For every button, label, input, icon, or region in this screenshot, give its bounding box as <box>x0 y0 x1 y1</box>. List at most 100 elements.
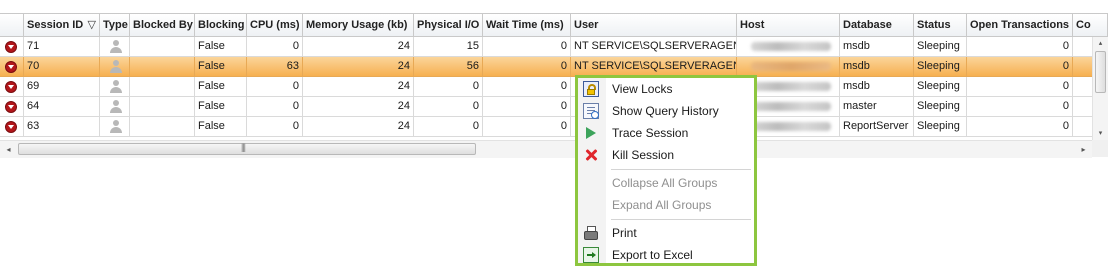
header-more-column[interactable]: Co <box>1073 14 1108 37</box>
horizontal-scroll-thumb[interactable]: ||| <box>18 142 476 155</box>
header-icon-column[interactable] <box>0 14 24 37</box>
header-blocked-by[interactable]: Blocked By <box>130 14 195 37</box>
table-row[interactable]: 64 False 0 24 0 0 master Sleeping 0 <box>0 97 1108 117</box>
cell-status[interactable]: Sleeping <box>914 37 967 57</box>
cell-wait-time[interactable]: 0 <box>483 77 571 97</box>
cell-status[interactable]: Sleeping <box>914 77 967 97</box>
cell-user[interactable]: NT SERVICE\SQLSERVERAGENT <box>571 57 737 77</box>
header-type[interactable]: Type <box>100 14 130 37</box>
cell-session-id[interactable]: 69 <box>24 77 100 97</box>
cell-wait-time[interactable]: 0 <box>483 97 571 117</box>
header-memory-usage[interactable]: Memory Usage (kb) <box>303 14 414 37</box>
table-row[interactable]: 70 False 63 24 56 0 NT SERVICE\SQLSERVERAGENT m… <box>0 57 1108 77</box>
cell-open-transactions[interactable]: 0 <box>967 57 1073 77</box>
cell-database[interactable]: msdb <box>840 57 914 77</box>
header-cpu[interactable]: CPU (ms) <box>247 14 303 37</box>
cell-session-id[interactable]: 63 <box>24 117 100 137</box>
cell-icon[interactable] <box>0 37 24 57</box>
cell-host[interactable] <box>737 37 840 57</box>
cell-type[interactable] <box>100 77 130 97</box>
scroll-right-icon[interactable]: ▸ <box>1075 141 1092 158</box>
cell-memory[interactable]: 24 <box>303 97 414 117</box>
cell-database[interactable]: master <box>840 97 914 117</box>
header-status[interactable]: Status <box>914 14 967 37</box>
scroll-left-icon[interactable]: ◂ <box>0 141 17 158</box>
menu-item-export-to-excel[interactable]: Export to Excel <box>578 244 754 266</box>
header-host[interactable]: Host <box>737 14 840 37</box>
table-row[interactable]: 63 False 0 24 0 0 ReportServer Sleeping 0 <box>0 117 1108 137</box>
cell-type[interactable] <box>100 97 130 117</box>
cell-blocking[interactable]: False <box>195 37 247 57</box>
cell-memory[interactable]: 24 <box>303 117 414 137</box>
cell-database[interactable]: msdb <box>840 37 914 57</box>
menu-item-print[interactable]: Print <box>578 222 754 244</box>
cell-icon[interactable] <box>0 97 24 117</box>
cell-type[interactable] <box>100 37 130 57</box>
header-session-id[interactable]: Session ID ▽ <box>24 14 100 37</box>
cell-cpu[interactable]: 0 <box>247 77 303 97</box>
header-blocking[interactable]: Blocking <box>195 14 247 37</box>
cell-physical-io[interactable]: 56 <box>414 57 483 77</box>
cell-type[interactable] <box>100 117 130 137</box>
scroll-up-icon[interactable]: ▴ <box>1093 37 1108 50</box>
horizontal-scrollbar[interactable]: ◂ ||| ▸ <box>0 140 1092 158</box>
vertical-scrollbar[interactable]: ▴ ▾ <box>1092 37 1108 140</box>
menu-item-expand-all-groups[interactable]: Expand All Groups <box>578 194 754 216</box>
cell-physical-io[interactable]: 15 <box>414 37 483 57</box>
cell-cpu[interactable]: 0 <box>247 97 303 117</box>
cell-memory[interactable]: 24 <box>303 57 414 77</box>
cell-session-id[interactable]: 71 <box>24 37 100 57</box>
cell-open-transactions[interactable]: 0 <box>967 117 1073 137</box>
menu-item-trace-session[interactable]: Trace Session <box>578 122 754 144</box>
cell-blocked-by[interactable] <box>130 57 195 77</box>
cell-blocking[interactable]: False <box>195 77 247 97</box>
cell-database[interactable]: msdb <box>840 77 914 97</box>
cell-status[interactable]: Sleeping <box>914 57 967 77</box>
header-user[interactable]: User <box>571 14 737 37</box>
cell-open-transactions[interactable]: 0 <box>967 37 1073 57</box>
cell-session-id[interactable]: 64 <box>24 97 100 117</box>
header-database[interactable]: Database <box>840 14 914 37</box>
scroll-down-icon[interactable]: ▾ <box>1093 127 1108 140</box>
cell-cpu[interactable]: 63 <box>247 57 303 77</box>
cell-host[interactable] <box>737 57 840 77</box>
cell-memory[interactable]: 24 <box>303 77 414 97</box>
cell-icon[interactable] <box>0 57 24 77</box>
cell-physical-io[interactable]: 0 <box>414 77 483 97</box>
cell-open-transactions[interactable]: 0 <box>967 97 1073 117</box>
cell-blocked-by[interactable] <box>130 97 195 117</box>
header-physical-io[interactable]: Physical I/O <box>414 14 483 37</box>
cell-blocked-by[interactable] <box>130 117 195 137</box>
cell-user[interactable]: NT SERVICE\SQLSERVERAGENT <box>571 37 737 57</box>
menu-item-collapse-all-groups[interactable]: Collapse All Groups <box>578 172 754 194</box>
cell-status[interactable]: Sleeping <box>914 97 967 117</box>
header-open-transactions[interactable]: Open Transactions <box>967 14 1073 37</box>
cell-open-transactions[interactable]: 0 <box>967 77 1073 97</box>
cell-blocking[interactable]: False <box>195 57 247 77</box>
header-wait-time[interactable]: Wait Time (ms) <box>483 14 571 37</box>
cell-icon[interactable] <box>0 117 24 137</box>
cell-session-id[interactable]: 70 <box>24 57 100 77</box>
table-row[interactable]: 71 False 0 24 15 0 NT SERVICE\SQLSERVERAGENT ms… <box>0 37 1108 57</box>
cell-physical-io[interactable]: 0 <box>414 117 483 137</box>
cell-database[interactable]: ReportServer <box>840 117 914 137</box>
cell-memory[interactable]: 24 <box>303 37 414 57</box>
cell-blocked-by[interactable] <box>130 37 195 57</box>
cell-blocked-by[interactable] <box>130 77 195 97</box>
table-row[interactable]: 69 False 0 24 0 0 msdb Sleeping 0 <box>0 77 1108 97</box>
cell-type[interactable] <box>100 57 130 77</box>
cell-blocking[interactable]: False <box>195 97 247 117</box>
cell-cpu[interactable]: 0 <box>247 37 303 57</box>
vertical-scroll-thumb[interactable] <box>1095 51 1106 93</box>
menu-item-view-locks[interactable]: View Locks <box>578 78 754 100</box>
cell-wait-time[interactable]: 0 <box>483 37 571 57</box>
menu-item-show-query-history[interactable]: Show Query History <box>578 100 754 122</box>
cell-status[interactable]: Sleeping <box>914 117 967 137</box>
cell-blocking[interactable]: False <box>195 117 247 137</box>
cell-wait-time[interactable]: 0 <box>483 117 571 137</box>
cell-physical-io[interactable]: 0 <box>414 97 483 117</box>
cell-cpu[interactable]: 0 <box>247 117 303 137</box>
menu-item-kill-session[interactable]: Kill Session <box>578 144 754 166</box>
cell-icon[interactable] <box>0 77 24 97</box>
cell-wait-time[interactable]: 0 <box>483 57 571 77</box>
